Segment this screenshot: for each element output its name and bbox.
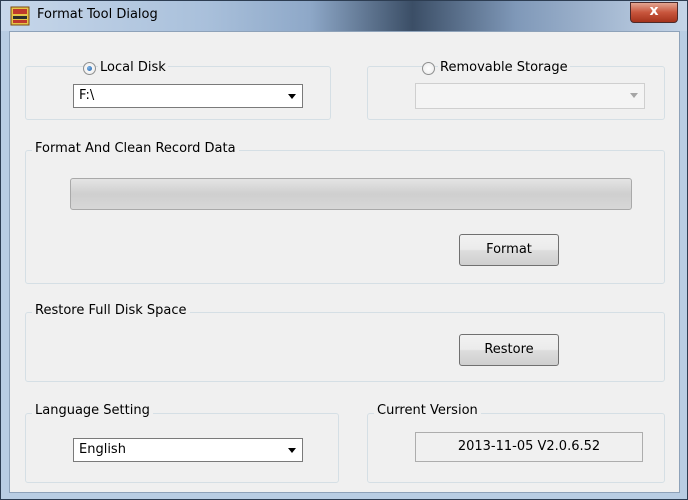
local-disk-radio[interactable] [83, 62, 96, 75]
removable-storage-radio[interactable] [422, 62, 435, 75]
language-group-title: Language Setting [32, 403, 153, 419]
close-icon: x [649, 3, 659, 19]
restore-button[interactable]: Restore [459, 334, 559, 366]
dialog-window: Format Tool Dialog x Local Disk F:\ Remo… [0, 0, 688, 500]
removable-storage-label[interactable]: Removable Storage [438, 60, 570, 76]
chevron-down-icon [288, 94, 296, 99]
version-group-title: Current Version [374, 403, 481, 419]
title-bar[interactable]: Format Tool Dialog x [1, 1, 687, 31]
app-icon [10, 6, 30, 26]
window-title: Format Tool Dialog [37, 7, 158, 22]
local-disk-label[interactable]: Local Disk [98, 60, 168, 76]
restore-group-title: Restore Full Disk Space [32, 303, 190, 319]
format-group-title: Format And Clean Record Data [32, 141, 239, 157]
format-progress-bar [70, 178, 632, 210]
language-value: English [79, 442, 126, 457]
chevron-down-icon [288, 448, 296, 453]
chevron-down-icon [630, 93, 638, 98]
language-dropdown[interactable]: English [73, 438, 303, 462]
close-button[interactable]: x [630, 2, 678, 23]
format-group [25, 150, 665, 284]
local-disk-dropdown[interactable]: F:\ [73, 84, 303, 108]
version-value: 2013-11-05 V2.0.6.52 [415, 432, 643, 462]
dialog-client-area: Local Disk F:\ Removable Storage Format … [9, 31, 680, 493]
restore-group [25, 312, 665, 382]
format-button[interactable]: Format [459, 234, 559, 266]
removable-storage-dropdown[interactable] [415, 83, 645, 109]
local-disk-value: F:\ [79, 88, 95, 103]
